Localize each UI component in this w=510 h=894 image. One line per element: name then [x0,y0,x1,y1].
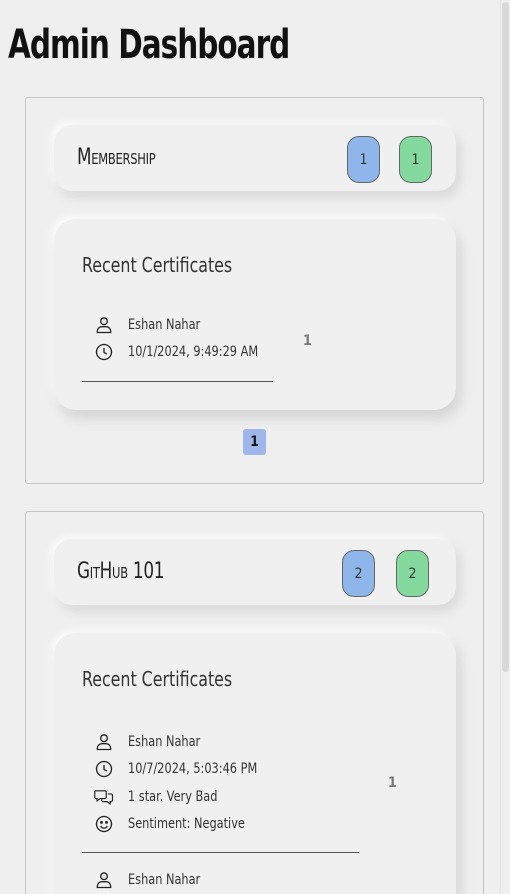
card-title: Recent Certificates [82,667,233,691]
certificate-time: 10/7/2024, 5:03:46 PM [128,761,258,777]
recent-certificates-card: Recent Certificates Eshan Nahar 10/1/202… [54,219,456,410]
course-header: Membership 1 1 [54,125,456,191]
clock-icon [95,343,113,361]
certificate-sentiment: Sentiment: Negative [128,816,245,832]
user-icon [96,872,112,889]
certificate-divider [82,852,359,853]
issued-count-badge[interactable]: 2 [342,550,375,597]
course-section-membership: Membership 1 1 Recent Certificates Eshan… [25,97,484,484]
certificate-time: 10/1/2024, 9:49:29 AM [128,344,259,360]
recent-certificates-card: Recent Certificates Eshan Nahar 10/7/202… [54,633,456,894]
certificate-user: Eshan Nahar [128,317,201,333]
certificate-count: 1 [303,333,312,349]
certificate-feedback-row: 1 star. Very Bad [94,786,227,808]
certificate-count: 1 [388,775,397,791]
certificate-divider [82,381,273,382]
course-name: GitHub 101 [77,559,165,584]
certificate-user: Eshan Nahar [128,872,201,888]
card-title: Recent Certificates [82,253,233,277]
completed-count-badge[interactable]: 2 [396,550,429,597]
page-title: Admin Dashboard [8,22,290,68]
user-icon [96,317,112,334]
certificate-user: Eshan Nahar [128,734,201,750]
course-name: Membership [77,145,156,170]
clock-icon [95,760,113,778]
completed-count-badge[interactable]: 1 [399,136,432,183]
pagination-page-button[interactable]: 1 [243,429,266,455]
issued-count-badge[interactable]: 1 [347,136,380,183]
certificate-user-row: Eshan Nahar [94,731,208,753]
scrollbar-thumb[interactable] [502,2,509,672]
smile-icon [95,815,113,833]
course-section-github-101: GitHub 101 2 2 Recent Certificates Eshan… [25,511,484,894]
certificate-user-row: Eshan Nahar [94,869,208,891]
certificate-user-row: Eshan Nahar [94,314,208,336]
scrollbar-track[interactable] [500,0,510,894]
course-header: GitHub 101 2 2 [54,539,456,605]
certificate-sentiment-row: Sentiment: Negative [94,813,258,835]
comments-icon [94,790,114,806]
certificate-time-row: 10/7/2024, 5:03:46 PM [94,758,272,780]
certificate-time-row: 10/1/2024, 9:49:29 AM [94,341,273,363]
user-icon [96,734,112,751]
certificate-feedback: 1 star. Very Bad [128,789,218,805]
